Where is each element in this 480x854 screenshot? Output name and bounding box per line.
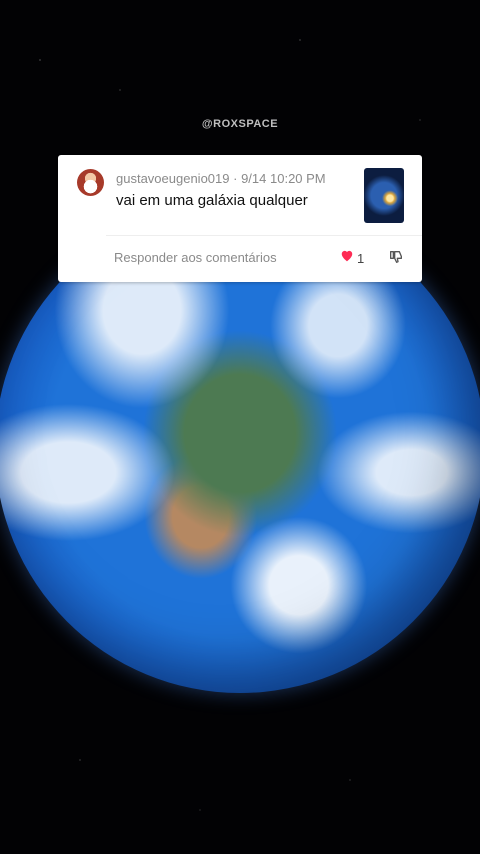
like-count: 1 xyxy=(357,250,365,266)
dislike-button[interactable] xyxy=(388,249,404,270)
comment-card[interactable]: gustavoeugenio019 · 9/14 10:20 PM vai em… xyxy=(58,155,422,282)
avatar[interactable] xyxy=(77,169,104,196)
watermark: @ROXSPACE xyxy=(201,118,279,130)
timestamp: 9/14 10:20 PM xyxy=(241,171,326,186)
reply-button[interactable]: Responder aos comentários xyxy=(114,250,277,265)
thumbs-down-icon xyxy=(388,251,404,269)
username[interactable]: gustavoeugenio019 xyxy=(116,171,230,186)
like-button[interactable]: 1 xyxy=(340,249,364,267)
meta-separator: · xyxy=(233,171,242,186)
divider xyxy=(106,235,422,236)
comment-text: vai em uma galáxia qualquer xyxy=(116,192,308,209)
video-thumbnail[interactable] xyxy=(364,168,404,223)
heart-icon xyxy=(340,249,354,267)
comment-meta: gustavoeugenio019 · 9/14 10:20 PM xyxy=(116,171,326,186)
